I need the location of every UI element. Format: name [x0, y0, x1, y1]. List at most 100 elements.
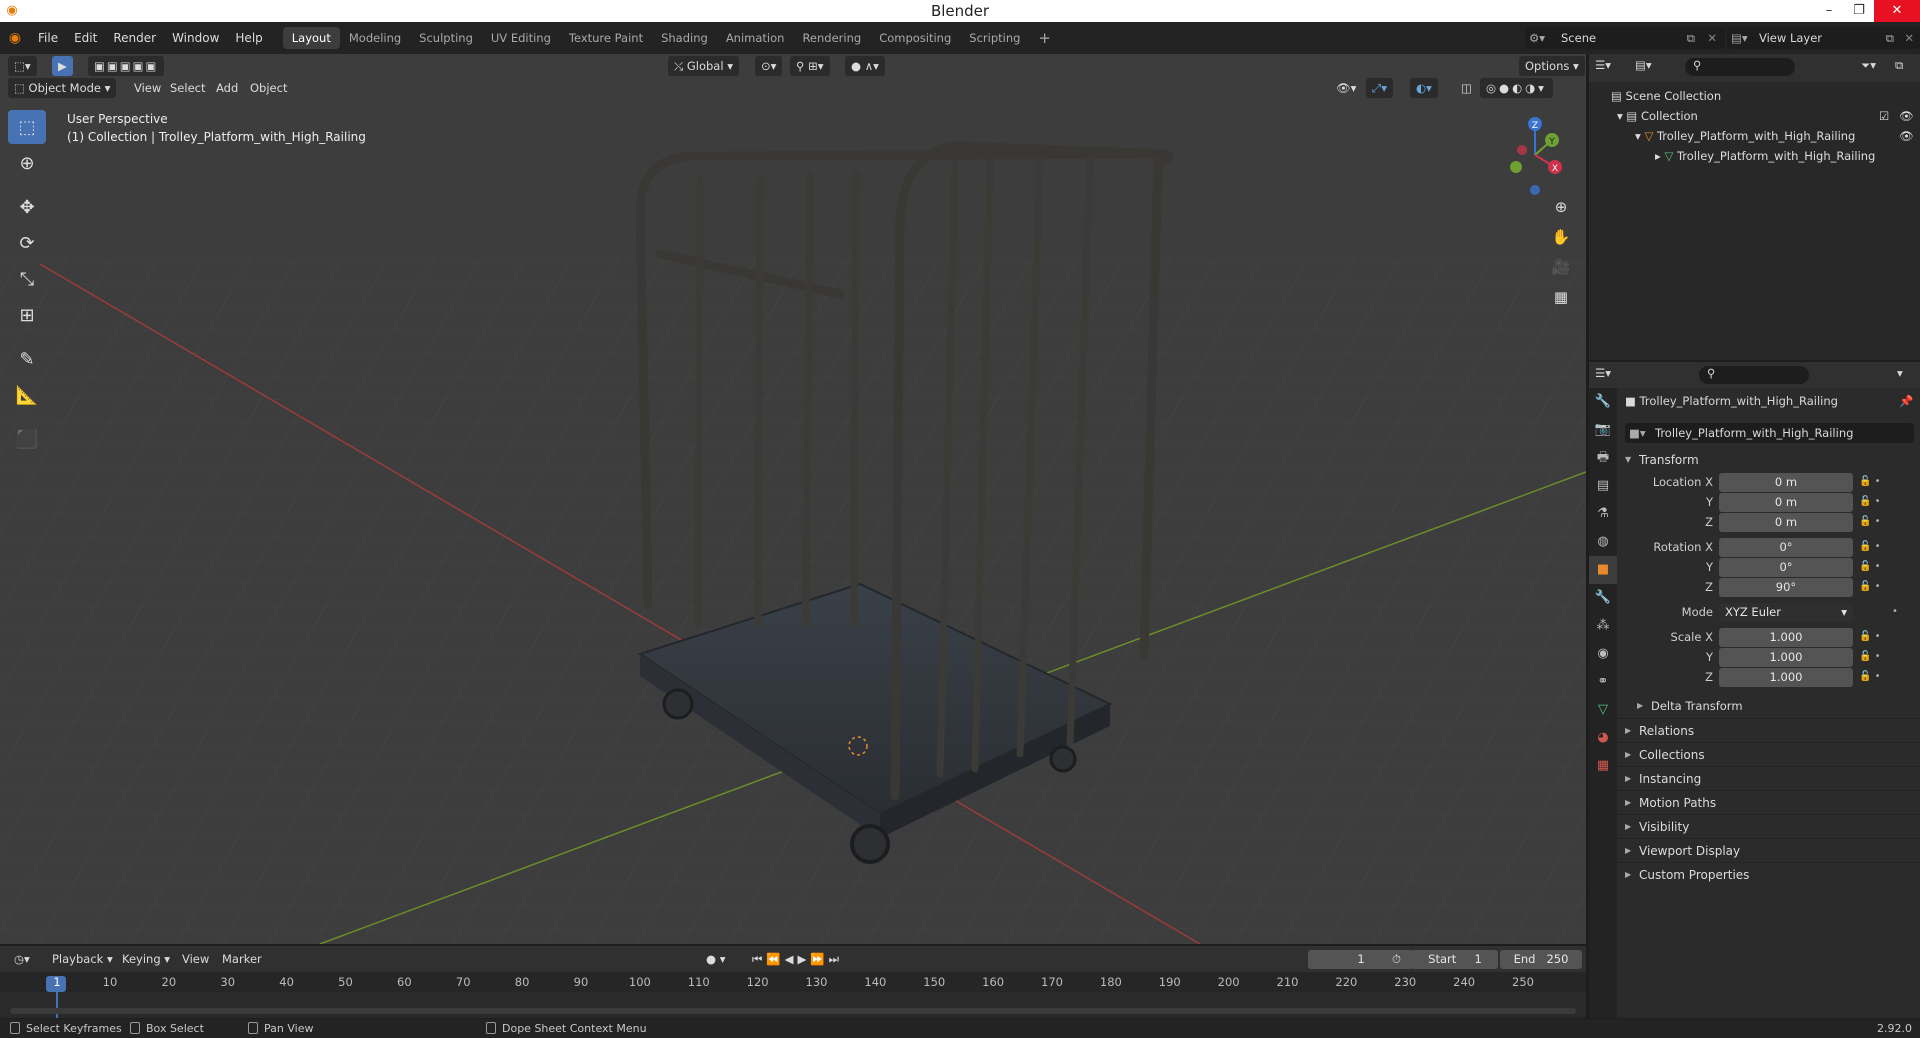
menu-render[interactable]: Render — [105, 31, 164, 45]
delta-transform-subpanel[interactable]: ▶ Delta Transform — [1617, 694, 1920, 718]
scene-tab-icon[interactable]: ⚗ — [1589, 500, 1617, 528]
camera-view-icon[interactable]: 🎥 — [1548, 254, 1574, 280]
modifier-tab-icon[interactable]: 🔧 — [1589, 584, 1617, 612]
playback-menu[interactable]: Playback ▾ — [46, 949, 119, 969]
object-name-field[interactable]: ■▾ Trolley_Platform_with_High_Railing — [1625, 423, 1914, 443]
delete-scene-icon[interactable]: ✕ — [1707, 27, 1717, 49]
menu-edit[interactable]: Edit — [66, 31, 105, 45]
pin-icon[interactable]: 📌 — [1899, 394, 1913, 408]
timeline-view-menu[interactable]: View — [176, 949, 215, 969]
physics-tab-icon[interactable]: ◉ — [1589, 640, 1617, 668]
measure-tool-icon[interactable]: 📐 — [8, 378, 46, 412]
particles-tab-icon[interactable]: ⁂ — [1589, 612, 1617, 640]
object-tab-icon[interactable]: ■ — [1589, 556, 1617, 584]
keying-menu[interactable]: Keying ▾ — [116, 949, 176, 969]
render-tab-icon[interactable]: 📷 — [1589, 416, 1617, 444]
annotate-tool-icon[interactable]: ✎ — [8, 342, 46, 376]
tab-scripting[interactable]: Scripting — [960, 27, 1029, 49]
lock-rotation-x-icon[interactable]: 🔓 • — [1859, 541, 1881, 552]
add-workspace-icon[interactable]: + — [1029, 27, 1060, 49]
rotation-y-field[interactable]: 0° — [1719, 558, 1853, 577]
scene-selector[interactable]: ⚙▾ Scene ⧉ ✕ — [1525, 27, 1725, 49]
tab-texture-paint[interactable]: Texture Paint — [560, 27, 652, 49]
menu-add[interactable]: Add — [210, 78, 244, 98]
menu-view[interactable]: View — [128, 78, 167, 98]
editor-type-icon[interactable]: ⬚▾ — [8, 56, 37, 76]
xray-icon[interactable]: ◫ — [1455, 78, 1478, 98]
select-box-tool-icon[interactable]: ⬚ — [8, 110, 46, 144]
custom-properties-panel-header[interactable]: ▶ Custom Properties — [1617, 862, 1920, 886]
minimize-button[interactable]: – — [1814, 0, 1844, 22]
pan-hand-icon[interactable]: ✋ — [1548, 224, 1574, 250]
texture-tab-icon[interactable]: ▦ — [1589, 752, 1617, 780]
rotation-mode-dropdown[interactable]: XYZ Euler ▾ — [1719, 603, 1853, 622]
world-tab-icon[interactable]: ◍ — [1589, 528, 1617, 556]
menu-help[interactable]: Help — [227, 31, 270, 45]
display-mode-icon[interactable]: ▤▾ — [1635, 58, 1652, 72]
pivot-icon[interactable]: ⊙▾ — [755, 56, 783, 76]
lock-location-z-icon[interactable]: 🔓 • — [1859, 516, 1881, 527]
output-tab-icon[interactable]: 🖶 — [1589, 444, 1617, 472]
properties-search-field[interactable]: ⚲ — [1699, 366, 1809, 384]
use-preview-range-icon[interactable]: ⏱ — [1386, 949, 1407, 969]
scale-x-field[interactable]: 1.000 — [1719, 628, 1853, 647]
outliner-search-field[interactable]: ⚲ — [1685, 58, 1795, 76]
playback-controls-icon[interactable]: ⏮⏪◀▶⏩⏭ — [746, 949, 849, 969]
3d-viewport[interactable]: ⬚▾ ▶ ▣▣▣▣▣ ⤯ Global ▾ ⊙▾ ⚲ ⊞▾ ● ∧▾ Optio… — [0, 54, 1586, 944]
shading-modes-icon[interactable]: ◎●◐◑▾ — [1480, 78, 1553, 98]
location-x-field[interactable]: 0 m — [1719, 473, 1853, 492]
delete-view-layer-icon[interactable]: ✕ — [1904, 27, 1914, 49]
mesh-row[interactable]: ▸ ▽ Trolley_Platform_with_High_Railing — [1655, 146, 1875, 166]
snap-icon[interactable]: ⚲ ⊞▾ — [790, 56, 830, 76]
tab-animation[interactable]: Animation — [717, 27, 794, 49]
object-eye-icon[interactable]: 👁 — [1899, 126, 1914, 146]
restore-button[interactable]: ❐ — [1844, 0, 1874, 22]
tab-rendering[interactable]: Rendering — [793, 27, 870, 49]
lock-location-y-icon[interactable]: 🔓 • — [1859, 496, 1881, 507]
visibility-icon[interactable]: 👁▾ — [1330, 78, 1362, 98]
tab-modeling[interactable]: Modeling — [340, 27, 410, 49]
rotation-x-field[interactable]: 0° — [1719, 538, 1853, 557]
data-tab-icon[interactable]: ▽ — [1589, 696, 1617, 724]
collection-eye-icon[interactable]: 👁 — [1899, 106, 1914, 126]
new-view-layer-icon[interactable]: ⧉ — [1886, 27, 1894, 49]
orientation-selector[interactable]: ⤯ Global ▾ — [668, 56, 739, 76]
timeline-editor-icon[interactable]: ◷▾ — [8, 949, 36, 969]
lock-rotation-y-icon[interactable]: 🔓 • — [1859, 561, 1881, 572]
selection-modes-icon[interactable]: ▣▣▣▣▣ — [88, 56, 165, 76]
end-frame-field[interactable]: End 250 — [1500, 950, 1582, 969]
transform-tool-icon[interactable]: ⊞ — [8, 298, 46, 332]
cursor-tool-icon[interactable]: ⊕ — [8, 146, 46, 180]
tab-compositing[interactable]: Compositing — [870, 27, 960, 49]
motion-paths-panel-header[interactable]: ▶ Motion Paths — [1617, 790, 1920, 814]
record-icon[interactable]: ● ▾ — [700, 949, 731, 969]
move-tool-icon[interactable]: ✥ — [8, 190, 46, 224]
filter-icon[interactable]: ⏷▾ — [1861, 58, 1876, 73]
properties-options-icon[interactable]: ▾ — [1897, 366, 1903, 380]
object-row[interactable]: ▾ ▽ Trolley_Platform_with_High_Railing — [1635, 126, 1855, 146]
instancing-panel-header[interactable]: ▶ Instancing — [1617, 766, 1920, 790]
view-layer-selector[interactable]: ▤▾ View Layer ⧉ ✕ — [1727, 27, 1920, 49]
properties-editor-icon[interactable]: ☰▾ — [1595, 366, 1611, 380]
gizmo-toggle-icon[interactable]: ⤢▾ — [1366, 78, 1393, 98]
close-button[interactable]: ✕ — [1874, 0, 1920, 22]
marker-menu[interactable]: Marker — [216, 949, 268, 969]
material-tab-icon[interactable]: ◕ — [1589, 724, 1617, 752]
rotation-z-field[interactable]: 90° — [1719, 578, 1853, 597]
proportional-edit-icon[interactable]: ● ∧▾ — [845, 56, 885, 76]
menu-window[interactable]: Window — [164, 31, 227, 45]
zoom-icon[interactable]: ⊕ — [1548, 194, 1574, 220]
relations-panel-header[interactable]: ▶ Relations — [1617, 718, 1920, 742]
ortho-grid-icon[interactable]: ▦ — [1548, 284, 1574, 310]
tab-sculpting[interactable]: Sculpting — [410, 27, 482, 49]
scene-collection-row[interactable]: ▤ Scene Collection — [1611, 86, 1721, 106]
location-y-field[interactable]: 0 m — [1719, 493, 1853, 512]
start-frame-field[interactable]: Start 1 — [1412, 950, 1498, 969]
new-scene-icon[interactable]: ⧉ — [1687, 27, 1695, 49]
tool-tab-icon[interactable]: 🔧 — [1589, 388, 1617, 416]
timeline-scrollbar[interactable] — [10, 1008, 1576, 1014]
collection-row[interactable]: ▾ ▤ Collection — [1617, 106, 1698, 126]
collections-panel-header[interactable]: ▶ Collections — [1617, 742, 1920, 766]
blender-menu-icon[interactable]: ◉ — [0, 30, 30, 46]
rotate-tool-icon[interactable]: ⟳ — [8, 226, 46, 260]
